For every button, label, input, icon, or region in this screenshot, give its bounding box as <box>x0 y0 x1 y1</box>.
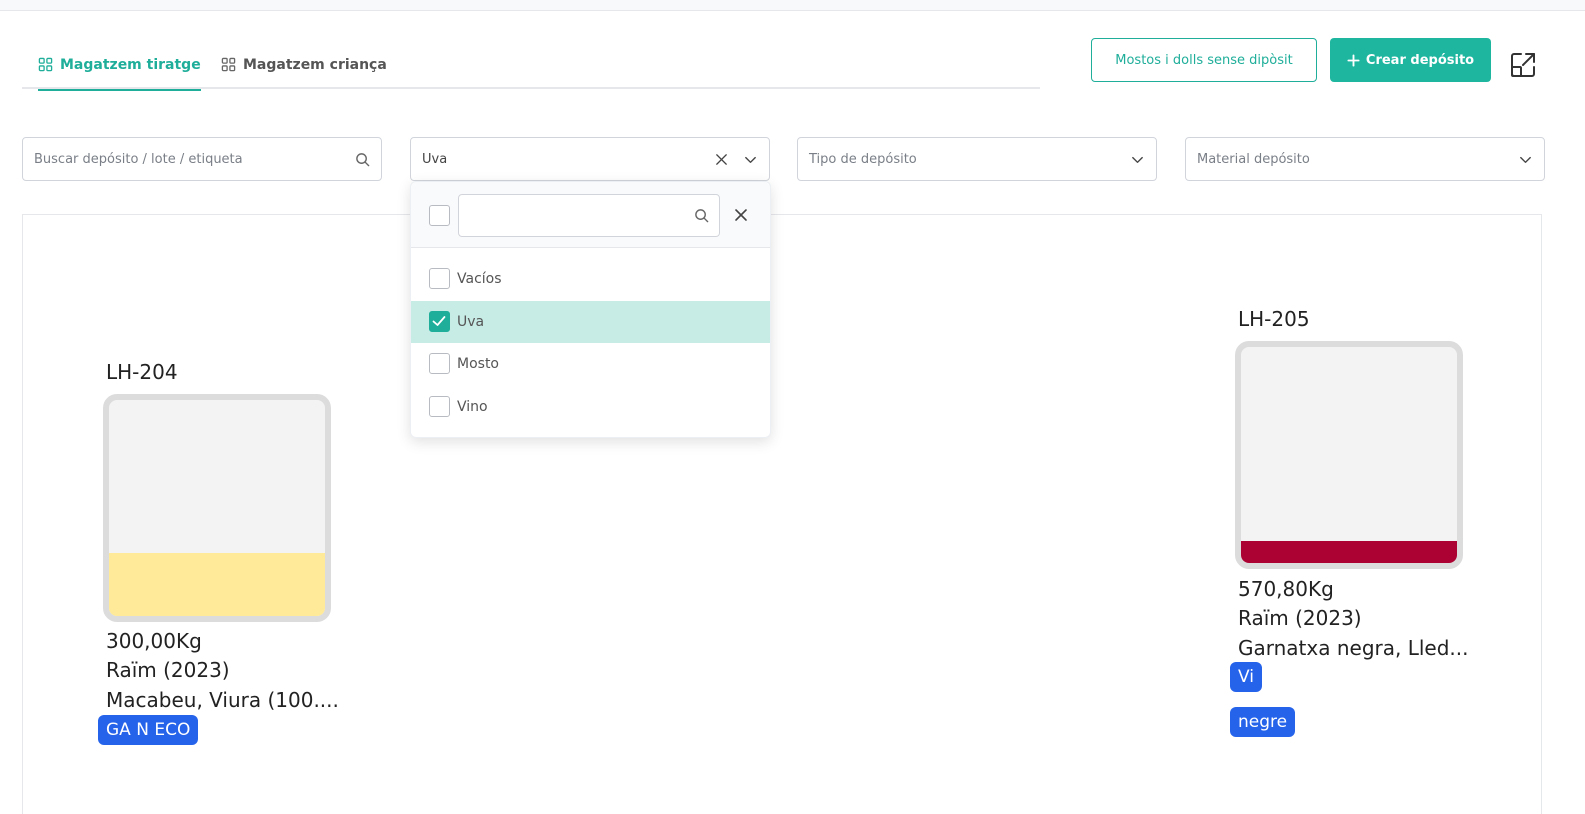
grid-icon <box>221 57 236 72</box>
option-vacios[interactable]: Vacíos <box>411 258 770 300</box>
option-mosto[interactable]: Mosto <box>411 343 770 385</box>
top-bar <box>0 0 1585 11</box>
search-field[interactable] <box>22 137 382 181</box>
tank-fill-level <box>109 553 325 616</box>
option-label: Mosto <box>457 356 499 372</box>
tank-weight: 300,00Kg <box>106 629 202 653</box>
option-checkbox[interactable] <box>429 353 450 374</box>
option-checkbox[interactable] <box>429 311 450 332</box>
option-checkbox[interactable] <box>429 396 450 417</box>
tab-magatzem-tiratge[interactable]: Magatzem tiratge <box>38 40 201 91</box>
select-placeholder: Material depósito <box>1197 151 1310 167</box>
content-type-select[interactable]: Uva <box>410 137 770 181</box>
tank-tag: Vi <box>1230 662 1262 692</box>
tank-graphic[interactable] <box>103 394 331 622</box>
option-label: Vacíos <box>457 271 502 287</box>
search-icon <box>695 209 709 223</box>
dropdown-search-input[interactable] <box>469 208 694 223</box>
chevron-down-icon <box>1520 156 1531 163</box>
tank-varieties: Macabeu, Viura (100.... <box>106 688 339 712</box>
search-input[interactable] <box>34 151 355 167</box>
tank-tag: negre <box>1230 707 1296 737</box>
storage-tabs: Magatzem tiratge Magatzem criança <box>22 40 1040 91</box>
expand-icon[interactable] <box>1508 50 1538 80</box>
tank-product: Raïm (2023) <box>106 658 230 682</box>
content-type-dropdown: Vacíos Uva Mosto Vino <box>410 181 771 438</box>
dropdown-search-field[interactable] <box>458 194 720 237</box>
check-icon <box>432 316 446 326</box>
tank-name: LH-205 <box>1238 307 1310 331</box>
select-placeholder: Tipo de depósito <box>809 151 917 167</box>
chevron-down-icon <box>1132 156 1143 163</box>
tank-graphic[interactable] <box>1235 341 1463 569</box>
select-value: Uva <box>422 151 448 167</box>
grid-icon <box>38 57 53 72</box>
select-all-checkbox[interactable] <box>429 205 450 226</box>
tank-product: Raïm (2023) <box>1238 606 1362 630</box>
option-checkbox[interactable] <box>429 268 450 289</box>
button-label: Mostos i dolls sense dipòsit <box>1115 52 1293 68</box>
create-tank-button[interactable]: Crear depósito <box>1330 38 1491 82</box>
option-uva[interactable]: Uva <box>411 301 770 343</box>
tank-weight: 570,80Kg <box>1238 577 1334 601</box>
tab-magatzem-crianca[interactable]: Magatzem criança <box>221 40 387 89</box>
unassigned-musts-button[interactable]: Mostos i dolls sense dipòsit <box>1091 38 1317 82</box>
button-label: Crear depósito <box>1365 52 1475 68</box>
dropdown-header <box>411 182 770 248</box>
option-label: Vino <box>457 399 488 415</box>
search-icon <box>356 152 370 166</box>
tab-label: Magatzem criança <box>243 56 387 73</box>
tank-name: LH-204 <box>106 360 178 384</box>
chevron-down-icon <box>745 156 756 163</box>
tank-fill-level <box>1241 541 1457 563</box>
option-vino[interactable]: Vino <box>411 386 770 428</box>
tank-material-select[interactable]: Material depósito <box>1185 137 1545 181</box>
plus-icon <box>1347 53 1360 67</box>
clear-icon[interactable] <box>714 152 729 167</box>
option-label: Uva <box>457 314 485 330</box>
close-icon[interactable] <box>732 206 750 224</box>
tank-type-select[interactable]: Tipo de depósito <box>797 137 1157 181</box>
tank-tag: GA N ECO <box>98 715 199 745</box>
tank-varieties: Garnatxa negra, Lled... <box>1238 636 1469 660</box>
tab-label: Magatzem tiratge <box>60 56 201 73</box>
